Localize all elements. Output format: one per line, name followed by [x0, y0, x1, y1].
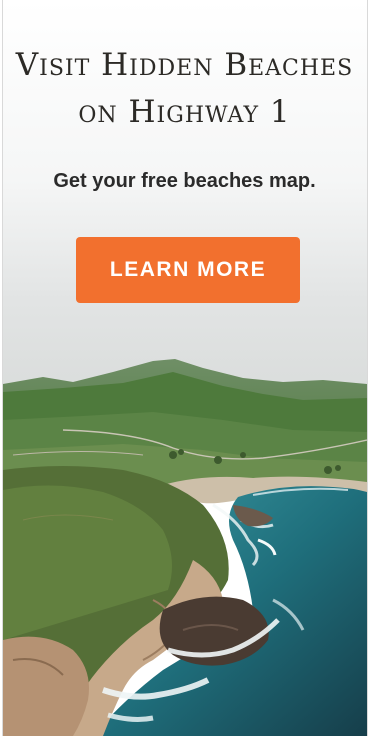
ad-subtitle: Get your free beaches map.: [53, 170, 316, 192]
headline-line-2: on Highway 1: [78, 94, 291, 130]
headline-line-1: Visit Hidden Beaches: [15, 47, 354, 83]
banner-ad[interactable]: Visit Hidden Beaches on Highway 1 Get yo…: [0, 0, 369, 736]
learn-more-button[interactable]: LEARN MORE: [76, 237, 300, 303]
ad-headline: Visit Hidden Beaches on Highway 1: [0, 42, 369, 136]
